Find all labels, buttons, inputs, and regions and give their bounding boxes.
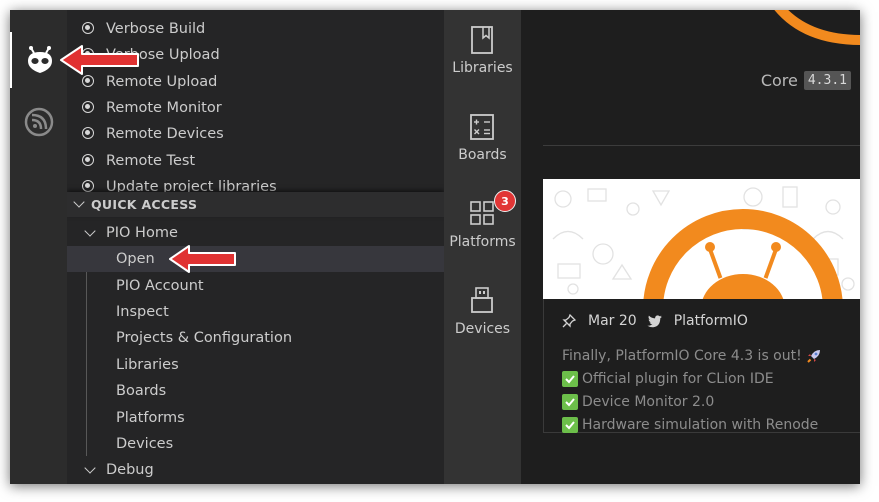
task-remote-test[interactable]: Remote Test [67, 148, 444, 174]
task-radio-icon [82, 22, 94, 34]
tree-group-label: Debug [106, 462, 154, 478]
news-date: Mar 20 [588, 313, 637, 329]
chevron-down-icon [84, 462, 96, 474]
nav-devices[interactable]: Devices [444, 271, 521, 341]
task-label: Remote Monitor [106, 100, 222, 116]
tree-item-label: Open [116, 251, 155, 267]
nav-label: Platforms [449, 234, 516, 250]
grid-icon [470, 201, 494, 225]
task-label: Remote Devices [106, 126, 224, 142]
tree-group-label: PIO Home [106, 225, 178, 241]
activity-bar [10, 10, 67, 484]
news-bullet: Official plugin for CLion IDE [562, 371, 774, 387]
task-remote-devices[interactable]: Remote Devices [67, 121, 444, 147]
rocket-icon [807, 350, 820, 363]
pio-home-nav: Libraries Boards 3 Platforms Devices [444, 10, 521, 484]
task-radio-icon [82, 180, 94, 192]
tree-item-open[interactable]: Open [67, 246, 444, 272]
annotation-arrow-icon [60, 45, 139, 75]
core-version-line: Core 4.3.1 [761, 71, 851, 90]
task-radio-icon [82, 75, 94, 87]
tree-group-debug[interactable]: Debug [67, 457, 444, 483]
nav-label: Devices [454, 321, 511, 337]
usb-icon [471, 287, 493, 313]
nav-label: Boards [458, 147, 507, 163]
core-label: Core [760, 71, 798, 90]
book-icon [471, 26, 493, 54]
check-icon [562, 371, 578, 387]
tree-item-label: Libraries [116, 357, 179, 373]
news-card-image[interactable] [543, 179, 860, 299]
divider [543, 145, 860, 146]
task-label: Remote Test [106, 153, 196, 169]
nav-libraries[interactable]: Libraries [444, 10, 521, 80]
task-radio-icon [82, 101, 94, 113]
tree-item-inspect[interactable]: Inspect [67, 299, 444, 325]
nav-boards[interactable]: Boards [444, 97, 521, 167]
check-icon [562, 394, 578, 410]
tree-item-label: Platforms [116, 410, 185, 426]
bullet-text: Official plugin for CLion IDE [582, 371, 774, 387]
mascot-antenna-tip [705, 242, 715, 252]
task-label: Remote Upload [106, 74, 218, 90]
task-verbose-build[interactable]: Verbose Build [67, 16, 444, 42]
news-headline: Finally, PlatformIO Core 4.3 is out! [562, 348, 822, 364]
task-remote-monitor[interactable]: Remote Monitor [67, 95, 444, 121]
news-author: PlatformIO [673, 313, 748, 329]
task-radio-icon [82, 154, 94, 166]
tree-item-label: Devices [116, 436, 174, 452]
news-bullet: Device Monitor 2.0 [562, 394, 714, 410]
tree-item-platforms[interactable]: Platforms [67, 405, 444, 431]
espressif-icon [24, 107, 53, 137]
tree-item-pio-account[interactable]: PIO Account [67, 273, 444, 299]
platformio-alien-icon [27, 46, 52, 73]
quick-access-section-header[interactable]: QUICK ACCESS [67, 192, 444, 217]
mascot-antenna-tip [771, 242, 781, 252]
notification-badge: 3 [494, 190, 516, 212]
tree-item-label: Boards [116, 383, 167, 399]
twitter-icon [647, 314, 662, 327]
chevron-down-icon [73, 196, 85, 208]
nav-platforms[interactable]: 3 Platforms [444, 184, 521, 254]
tree-item-label: Inspect [116, 304, 169, 320]
tree-item-label: Projects & Configuration [116, 330, 293, 346]
platformio-logo-arc [774, 10, 860, 45]
bullet-text: Device Monitor 2.0 [582, 394, 715, 410]
tree-item-label: PIO Account [116, 278, 204, 294]
news-meta: Mar 20 PlatformIO [562, 313, 748, 329]
espressif-activity-button[interactable] [10, 94, 67, 150]
chevron-down-icon [84, 225, 96, 237]
annotation-arrow-icon [169, 245, 236, 273]
tree-item-devices[interactable]: Devices [67, 431, 444, 457]
sidebar: Verbose Build Verbose Upload Remote Uplo… [67, 10, 444, 484]
bullet-text: Hardware simulation with Renode [582, 417, 819, 433]
task-label: Verbose Build [106, 21, 206, 37]
news-bullet: Hardware simulation with Renode [562, 417, 818, 433]
task-radio-icon [82, 127, 94, 139]
news-card[interactable]: Mar 20 PlatformIO Finally, PlatformIO Co… [543, 299, 860, 433]
tree-group-pio-home[interactable]: PIO Home [67, 220, 444, 246]
calculator-icon [470, 114, 494, 140]
pin-icon [562, 314, 576, 328]
vscode-window: Verbose Build Verbose Upload Remote Uplo… [10, 10, 860, 484]
core-version-badge: 4.3.1 [803, 71, 851, 90]
check-icon [562, 417, 578, 433]
nav-label: Libraries [452, 60, 513, 76]
headline-text: Finally, PlatformIO Core 4.3 is out! [562, 348, 802, 364]
section-title: QUICK ACCESS [91, 197, 198, 212]
tree-item-boards[interactable]: Boards [67, 378, 444, 404]
tree-item-projects-configuration[interactable]: Projects & Configuration [67, 325, 444, 351]
pio-home-content: Core 4.3.1 Mar 20 PlatformIO Finally, Pl… [521, 10, 860, 484]
tree-item-libraries[interactable]: Libraries [67, 352, 444, 378]
